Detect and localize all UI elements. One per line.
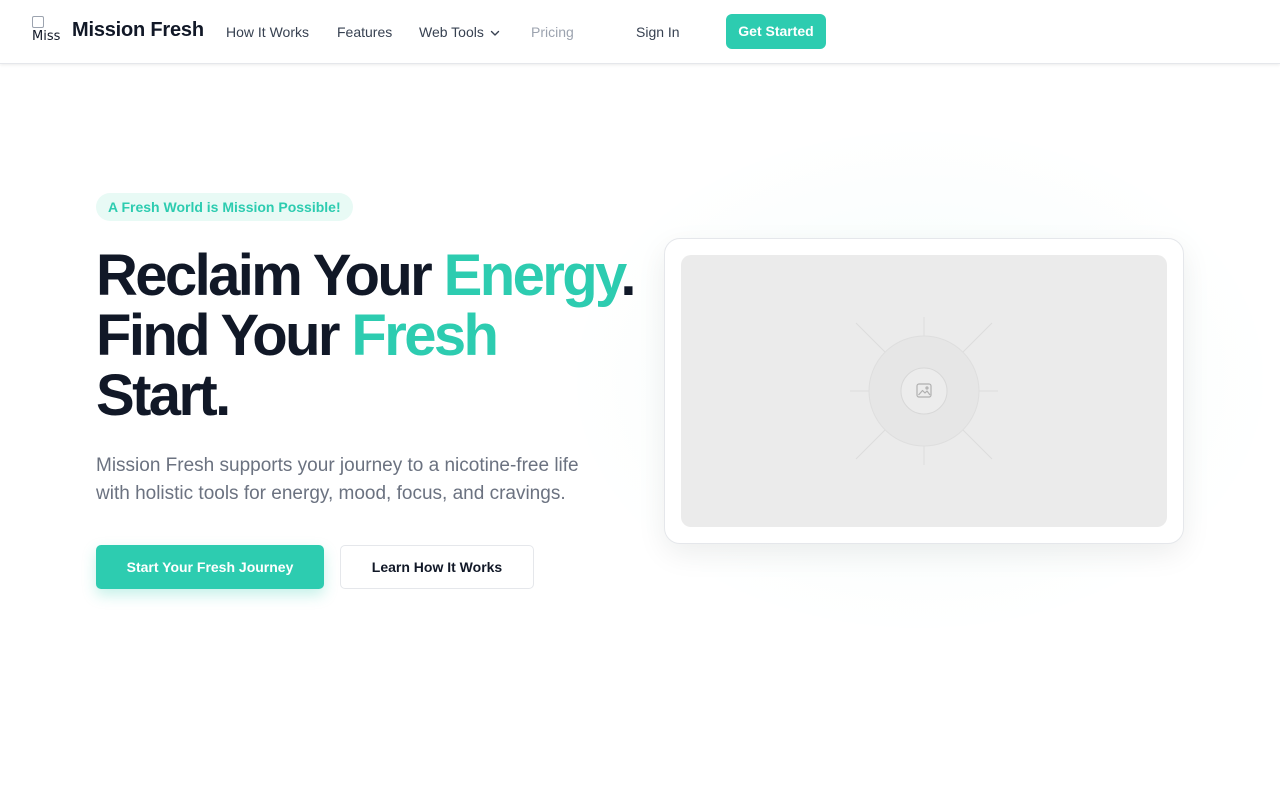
headline-line3: Start.	[96, 363, 231, 428]
sign-in-link[interactable]: Sign In	[636, 24, 680, 40]
logo-image-broken[interactable]: Miss	[32, 16, 64, 48]
broken-image-icon	[32, 16, 44, 28]
headline-line1: Reclaim Your Energy.	[96, 243, 636, 308]
nav-how-it-works[interactable]: How It Works	[226, 24, 309, 40]
start-journey-button[interactable]: Start Your Fresh Journey	[96, 545, 324, 589]
hero-image-card	[664, 238, 1184, 544]
hero-subtitle: Mission Fresh supports your journey to a…	[96, 455, 579, 504]
image-icon	[850, 317, 998, 465]
headline-accent-fresh: Fresh	[351, 303, 499, 368]
nav-pricing[interactable]: Pricing	[531, 24, 574, 40]
logo-alt-text: Miss	[32, 29, 61, 44]
hero-image-placeholder	[681, 255, 1167, 527]
nav-web-tools-label: Web Tools	[419, 24, 484, 40]
learn-how-button[interactable]: Learn How It Works	[340, 545, 534, 589]
get-started-button[interactable]: Get Started	[726, 14, 826, 49]
nav-web-tools[interactable]: Web Tools	[419, 24, 500, 41]
headline-line2: Find Your Fresh	[96, 303, 499, 368]
brand-name[interactable]: Mission Fresh	[72, 19, 204, 42]
site-header: Miss Mission Fresh How It Works Features…	[0, 0, 1280, 64]
chevron-down-icon	[490, 25, 500, 41]
hero-headline: Reclaim Your Energy. Find Your Fresh Sta…	[96, 246, 636, 426]
nav-features[interactable]: Features	[337, 24, 392, 40]
hero-badge: A Fresh World is Mission Possible!	[96, 193, 353, 221]
